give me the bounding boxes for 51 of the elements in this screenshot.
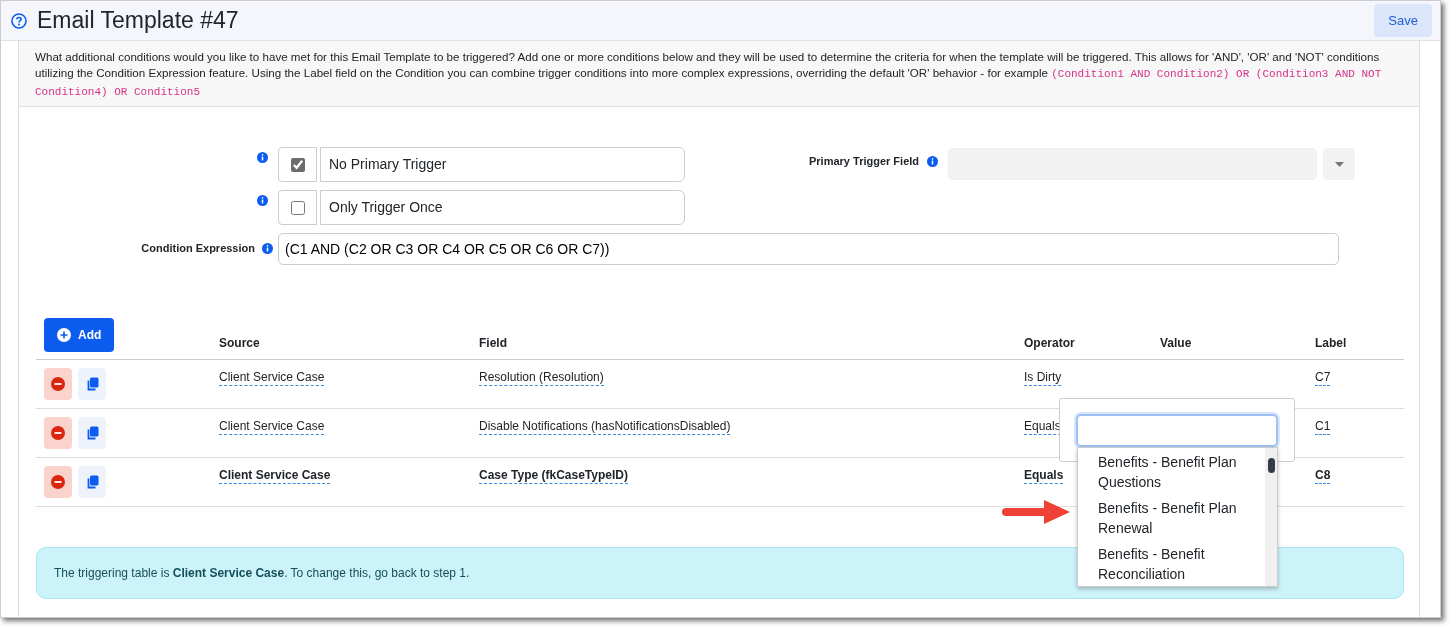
dropdown-option[interactable]: Benefits - Benefit Plan Questions: [1078, 452, 1265, 498]
checkbox[interactable]: [290, 157, 305, 172]
remove-button[interactable]: [44, 417, 72, 449]
editable-text[interactable]: Client Service Case: [219, 419, 325, 435]
page-title: Email Template #47: [37, 6, 239, 35]
column-header: Source: [211, 318, 471, 360]
remove-button[interactable]: [44, 466, 72, 498]
info-icon[interactable]: [262, 243, 273, 255]
checkbox[interactable]: [290, 200, 305, 215]
copy-button[interactable]: [78, 368, 106, 400]
help-icon[interactable]: [11, 12, 27, 29]
editable-text[interactable]: C8: [1315, 468, 1331, 484]
column-header: Value: [1152, 318, 1307, 360]
remove-button[interactable]: [44, 368, 72, 400]
copy-icon: [85, 377, 99, 391]
scrollbar[interactable]: [1265, 448, 1277, 586]
description-text: What additional conditions would you like to have met for this Email Template to be triggered? Add one or more conditions below and they will be used to determine the criteria for when the template will be triggered. This allows for 'AND', 'OR' and 'NOT' conditions utilizing the Condition Expression feature. Using the Label field on the Condition you can combine trigger conditions into more complex expressions, overriding the default 'OR' behavior - for example (Condition1 AND Condition2) OR (Condition3 AND NOT Condition4) OR Condition5: [19, 41, 1419, 107]
field-label: Primary Trigger Field: [809, 154, 920, 169]
minus-circle-icon: [51, 377, 65, 391]
caret-icon: [1334, 161, 1344, 167]
copy-icon: [85, 475, 99, 489]
minus-circle-icon: [51, 475, 65, 489]
copy-button[interactable]: [78, 466, 106, 498]
copy-button[interactable]: [78, 417, 106, 449]
editable-text[interactable]: Client Service Case: [219, 468, 331, 484]
copy-icon: [85, 426, 99, 440]
editable-text[interactable]: Resolution (Resolution): [479, 370, 604, 386]
editable-text[interactable]: Disable Notifications (hasNotificationsDisabled): [479, 419, 731, 435]
add-button[interactable]: Add: [44, 318, 115, 352]
dropdown-option[interactable]: Benefits - Benefit Reconciliation: [1078, 544, 1265, 586]
minus-circle-icon: [51, 426, 65, 440]
editable-text[interactable]: Is Dirty: [1024, 370, 1062, 386]
value-search-field[interactable]: [1076, 414, 1278, 447]
column-header: Field: [471, 318, 1016, 360]
save-button[interactable]: Save: [1374, 3, 1432, 38]
editable-text[interactable]: Case Type (fkCaseTypeID): [479, 468, 628, 484]
condition-expression-field[interactable]: (C1 AND (C2 OR C3 OR C4 OR C5 OR C6 OR C7)): [278, 233, 1339, 265]
editable-text[interactable]: C7: [1315, 370, 1331, 386]
dropdown-option[interactable]: Benefits - Benefit Plan Renewal: [1078, 498, 1265, 544]
option-label: No Primary Trigger: [320, 147, 685, 182]
editable-text[interactable]: Equals: [1024, 468, 1064, 484]
field-label: Condition Expression: [140, 241, 255, 256]
option-label: Only Trigger Once: [320, 190, 685, 225]
info-icon[interactable]: [257, 152, 268, 164]
editable-text[interactable]: C1: [1315, 419, 1331, 435]
info-icon[interactable]: [927, 156, 939, 168]
column-header: Label: [1307, 318, 1404, 360]
info-icon[interactable]: [257, 195, 268, 207]
editable-text[interactable]: Client Service Case: [219, 370, 325, 386]
column-header: Operator: [1016, 318, 1152, 360]
plus-circle-icon: [57, 328, 71, 342]
